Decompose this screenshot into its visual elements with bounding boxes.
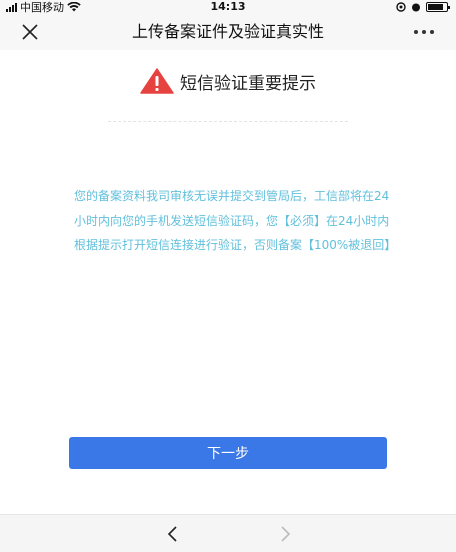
heading-text: 短信验证重要提示 <box>180 73 316 94</box>
notice-text: 您的备案资料我司审核无误并提交到管局后，工信部将在24小时内向您的手机发送短信验… <box>74 189 397 252</box>
location-icon <box>396 2 406 12</box>
alarm-icon <box>412 3 420 12</box>
page-title: 上传备案证件及验证真实性 <box>131 22 324 41</box>
bottom-toolbar <box>0 514 456 552</box>
nav-bar: 上传备案证件及验证真实性 <box>0 14 456 50</box>
warning-icon <box>140 68 174 94</box>
chevron-right-icon[interactable] <box>276 524 294 544</box>
status-time: 14:13 <box>210 0 246 13</box>
status-bar: 中国移动 14:13 <box>0 0 456 14</box>
divider <box>108 121 348 122</box>
chevron-left-icon[interactable] <box>164 524 182 544</box>
status-right <box>396 2 450 12</box>
more-icon[interactable] <box>414 22 438 42</box>
next-step-button[interactable]: 下一步 <box>69 437 387 469</box>
battery-icon <box>426 2 450 12</box>
notice-heading: 短信验证重要提示 <box>0 66 456 96</box>
